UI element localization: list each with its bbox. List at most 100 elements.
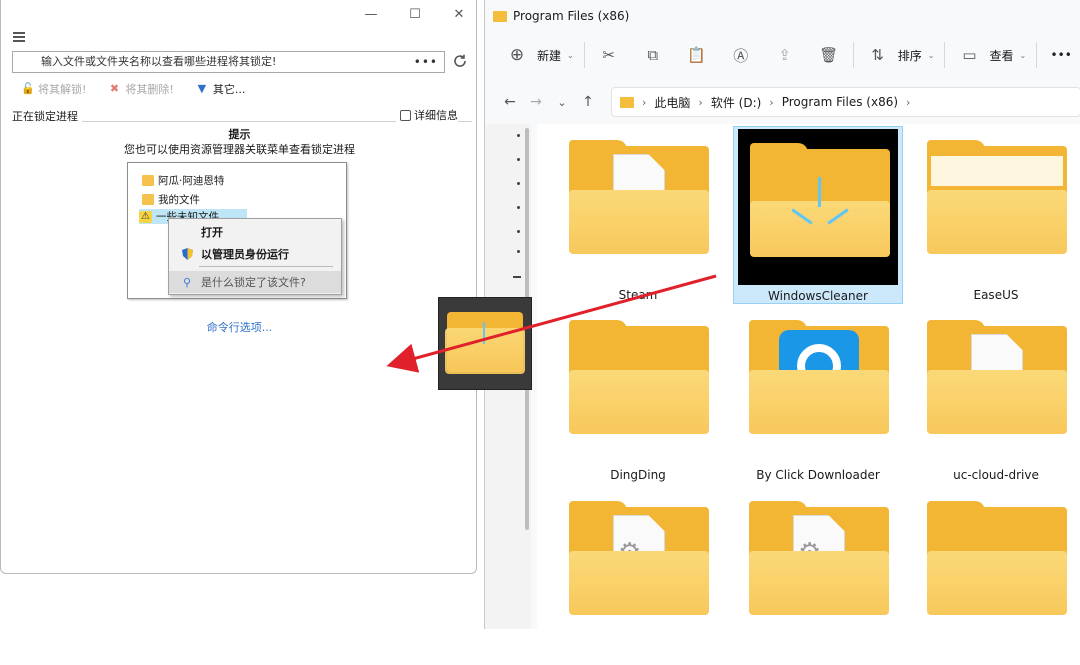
folder-icon	[927, 501, 1067, 619]
nav-item[interactable]	[513, 276, 521, 278]
copy-icon[interactable]: ⧉	[639, 41, 667, 69]
breadcrumb-item[interactable]: Program Files (x86)	[782, 95, 898, 109]
toolbar-divider	[583, 42, 585, 68]
folder-icon	[738, 129, 898, 285]
folder-icon	[142, 175, 154, 186]
plus-circle-icon: ⊕	[509, 45, 525, 65]
delete-icon[interactable]: 🗑	[815, 41, 843, 69]
context-separator	[199, 266, 333, 267]
context-what-locked-label: 是什么锁定了该文件?	[201, 276, 306, 289]
rename-icon[interactable]: Ⓐ	[727, 41, 755, 69]
maximize-icon[interactable]: ☐	[406, 6, 424, 24]
paper-sheet	[931, 156, 1063, 186]
context-open[interactable]: 打开	[169, 221, 341, 243]
folder-name: uc-cloud-drive	[953, 468, 1039, 482]
folder-tile[interactable]: By Click Downloader	[733, 306, 903, 484]
address-bar[interactable]: › 此电脑 › 软件 (D:) › Program Files (x86) ›	[611, 87, 1080, 117]
folder-front	[927, 370, 1067, 434]
browse-button[interactable]: •••	[414, 52, 438, 72]
toolbar-divider	[852, 42, 854, 68]
nav-item[interactable]	[517, 206, 520, 209]
menu-icon[interactable]	[13, 32, 25, 42]
search-input[interactable]: 输入文件或文件夹名称以查看哪些进程将其锁定! •••	[12, 51, 445, 73]
folder-tile[interactable]: DingDing	[553, 306, 723, 484]
minimize-icon[interactable]: —	[362, 6, 380, 24]
blank-icon	[179, 224, 195, 240]
folder-front	[569, 370, 709, 434]
checkbox-box[interactable]	[400, 109, 411, 121]
breadcrumb-item[interactable]: 软件 (D:)	[711, 94, 761, 111]
more-options-icon[interactable]: •••	[1047, 41, 1075, 69]
lock-hunter-window: — ☐ ✕ 输入文件或文件夹名称以查看哪些进程将其锁定! ••• 🔓 将其解锁!…	[0, 0, 477, 574]
folder-icon	[569, 320, 709, 438]
unlock-button[interactable]: 🔓 将其解锁!	[21, 81, 86, 97]
folder-tile[interactable]: ⚙	[553, 487, 723, 665]
unlock-label: 将其解锁!	[38, 83, 87, 96]
toolbar-divider	[1036, 42, 1038, 68]
other-label: 其它...	[212, 83, 246, 96]
preview-item: 我的文件	[142, 192, 200, 207]
nav-item[interactable]	[517, 134, 520, 137]
cleaner-icon	[483, 322, 485, 344]
other-button[interactable]: ▼ 其它...	[196, 81, 246, 97]
hint-text: 您也可以使用资源管理器关联菜单查看锁定进程	[124, 143, 355, 156]
folder-tile[interactable]: Steam	[553, 126, 723, 304]
chevron-down-icon[interactable]: ⌄	[549, 89, 575, 115]
folder-tile[interactable]: WindowsCleaner	[733, 126, 903, 304]
warning-icon: ⚠	[139, 210, 152, 223]
view-button[interactable]: ▭ 查看 ⌄	[955, 41, 1026, 69]
dropdown-arrow-icon: ▼	[197, 82, 207, 95]
folder-front	[927, 190, 1067, 254]
folder-tile[interactable]: EaseUS	[911, 126, 1080, 304]
forward-arrow-icon[interactable]: →	[523, 89, 549, 115]
close-icon[interactable]: ✕	[450, 6, 468, 24]
details-label: 详细信息	[414, 109, 458, 122]
context-what-locked[interactable]: ⚲ 是什么锁定了该文件?	[169, 271, 341, 293]
sort-label: 排序	[897, 48, 922, 63]
preview-item-label: 阿瓜·阿迪恩特	[158, 175, 225, 187]
nav-item[interactable]	[517, 158, 520, 161]
folder-name: EaseUS	[973, 288, 1019, 302]
breadcrumb-item[interactable]: 此电脑	[654, 94, 690, 111]
folder-tile[interactable]: ⚙	[733, 487, 903, 665]
preview-item: 阿瓜·阿迪恩特	[142, 173, 224, 188]
preview-item-label: 我的文件	[158, 194, 200, 206]
chevron-right-icon: ›	[642, 95, 647, 109]
window-controls: — ☐ ✕	[362, 6, 468, 24]
unlock-icon: 🔓	[21, 82, 35, 95]
drag-preview	[438, 297, 532, 390]
delete-icon: ✖	[109, 82, 120, 95]
delete-button[interactable]: ✖ 将其删除!	[108, 81, 174, 97]
search-placeholder: 输入文件或文件夹名称以查看哪些进程将其锁定!	[41, 55, 277, 68]
nav-item[interactable]	[517, 182, 520, 185]
folder-tab	[927, 501, 985, 521]
context-run-as-admin[interactable]: 以管理员身份运行	[169, 243, 341, 265]
lock-search-icon: ⚲	[182, 275, 192, 289]
cleaner-icon	[818, 177, 821, 207]
back-arrow-icon[interactable]: ←	[497, 89, 523, 115]
folder-front	[445, 328, 525, 374]
details-checkbox[interactable]: 详细信息	[396, 107, 458, 123]
folder-icon	[620, 96, 634, 108]
nav-item[interactable]	[517, 250, 520, 253]
folder-name: Steam	[618, 288, 658, 302]
nav-item[interactable]	[517, 230, 520, 233]
folder-icon	[749, 320, 889, 438]
folder-tile[interactable]	[911, 487, 1080, 665]
up-arrow-icon[interactable]: ↑	[575, 89, 601, 115]
folder-icon	[142, 194, 154, 205]
chevron-right-icon: ›	[769, 95, 774, 109]
sort-button[interactable]: ⇅ 排序 ⌄	[864, 41, 934, 69]
folder-tile[interactable]: uc-cloud-drive	[911, 306, 1080, 484]
refresh-icon[interactable]	[452, 53, 468, 69]
paste-icon[interactable]: 📋	[683, 41, 711, 69]
folder-icon	[569, 140, 709, 258]
new-button[interactable]: ⊕ 新建 ⌄	[503, 41, 574, 69]
chevron-down-icon: ⌄	[567, 50, 574, 60]
command-line-options-link[interactable]: 命令行选项...	[1, 319, 478, 335]
view-icon: ▭	[962, 46, 977, 64]
folder-icon: ⚙	[569, 501, 709, 619]
folder-name: By Click Downloader	[756, 468, 880, 482]
cut-icon[interactable]: ✂	[595, 41, 623, 69]
share-icon[interactable]: ⇪	[771, 41, 799, 69]
